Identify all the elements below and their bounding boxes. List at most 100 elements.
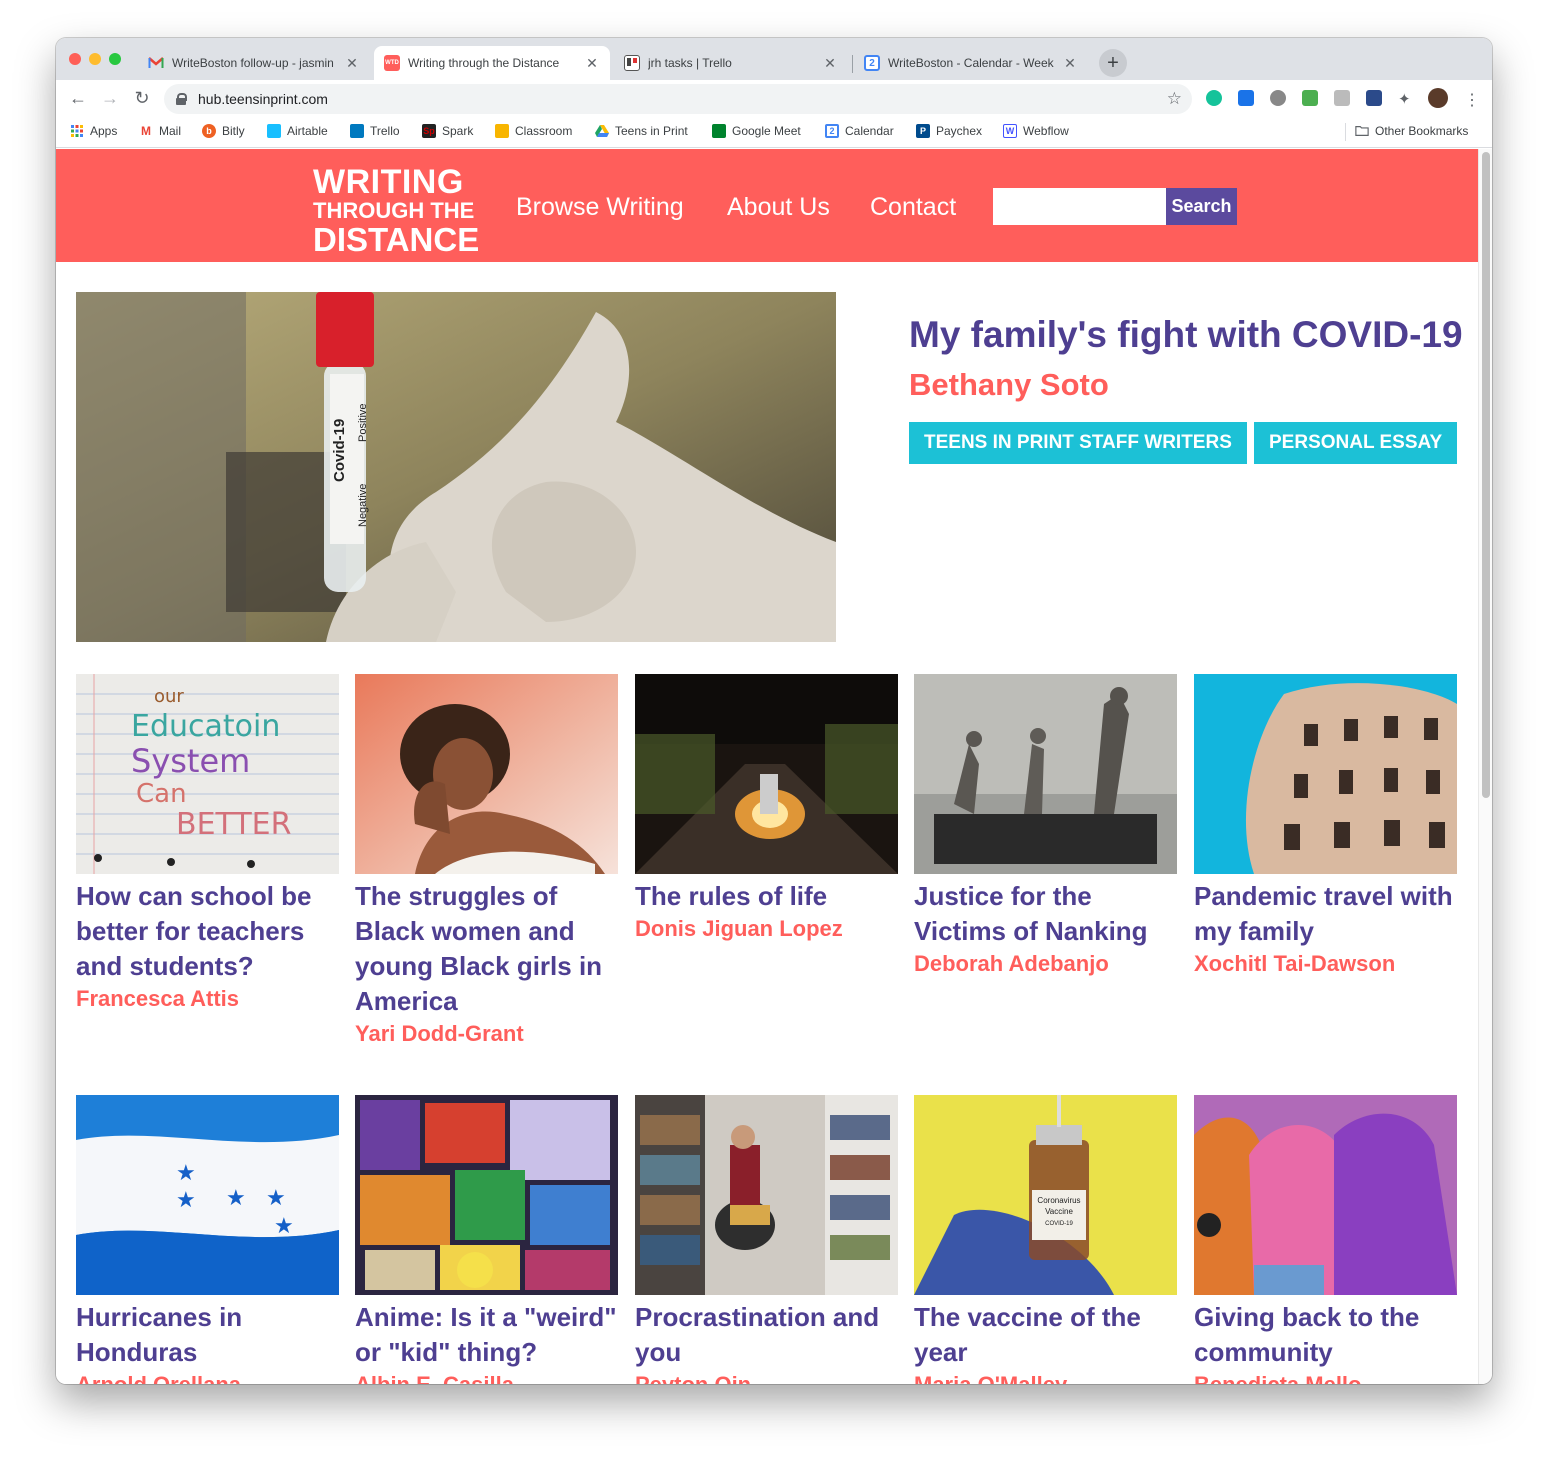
article-title[interactable]: Justice for the Victims of Nanking — [914, 879, 1177, 949]
article-image[interactable] — [355, 1095, 618, 1295]
paychex-icon: P — [916, 124, 930, 138]
article-title[interactable]: The rules of life — [635, 879, 898, 914]
article-title[interactable]: Anime: Is it a "weird" or "kid" thing? — [355, 1300, 618, 1370]
bookmark-spark[interactable]: Sp Spark — [422, 124, 473, 138]
bookmark-teens-in-print[interactable]: Teens in Print — [595, 124, 688, 138]
close-tab-icon[interactable]: ✕ — [1062, 55, 1078, 72]
article-author[interactable]: Francesca Attis — [76, 986, 339, 1012]
article-card[interactable]: ★★★★★ Hurricanes in Honduras Arnold Orel… — [76, 1095, 339, 1384]
bookmark-label: Airtable — [287, 124, 328, 138]
featured-title[interactable]: My family's fight with COVID-19 — [909, 314, 1463, 356]
article-author[interactable]: Donis Jiguan Lopez — [635, 916, 898, 942]
bookmark-trello[interactable]: Trello — [350, 124, 400, 138]
new-tab-button[interactable]: + — [1099, 49, 1127, 77]
article-image[interactable]: ★ ★ ★ ★ ★ — [76, 1095, 339, 1295]
article-title[interactable]: Hurricanes in Honduras — [76, 1300, 339, 1370]
article-card[interactable]: Coronavirus Vaccine COVID-19 The vaccine… — [914, 1095, 1177, 1384]
search-input[interactable] — [993, 188, 1166, 225]
bookmark-paychex[interactable]: P Paychex — [916, 124, 982, 138]
article-image[interactable] — [635, 674, 898, 874]
bookmark-bitly[interactable]: b Bitly — [202, 124, 245, 138]
bookmark-google-meet[interactable]: Google Meet — [712, 124, 801, 138]
svg-text:★: ★ — [274, 1214, 294, 1239]
calendar-icon: 2 — [864, 55, 880, 71]
featured-author[interactable]: Bethany Soto — [909, 367, 1109, 403]
article-author[interactable]: Deborah Adebanjo — [914, 951, 1177, 977]
article-card[interactable]: our Educatoin System Can BETTER How can … — [76, 674, 339, 1012]
bookmark-star-icon[interactable]: ☆ — [1167, 89, 1182, 109]
extension-icon[interactable] — [1366, 90, 1382, 106]
article-author[interactable]: Maria O'Malley — [914, 1372, 1177, 1384]
article-image[interactable]: Coronavirus Vaccine COVID-19 — [914, 1095, 1177, 1295]
avatar[interactable] — [1428, 88, 1448, 108]
tag-teens-in-print-staff-writers[interactable]: TEENS IN PRINT STAFF WRITERS — [909, 422, 1247, 464]
svg-text:★: ★ — [176, 1161, 196, 1186]
article-title[interactable]: How can school be better for teachers an… — [76, 879, 339, 984]
article-card[interactable]: The rules of life Donis Jiguan Lopez — [635, 674, 898, 942]
puzzle-extensions-icon[interactable]: ✦ — [1398, 90, 1414, 108]
article-author[interactable]: Benedicta Mello — [1194, 1372, 1457, 1384]
article-card[interactable]: Giving back to the community Benedicta M… — [1194, 1095, 1457, 1384]
back-arrow-icon[interactable]: ← — [66, 86, 90, 110]
extension-icon[interactable] — [1334, 90, 1350, 106]
bookmark-airtable[interactable]: Airtable — [267, 124, 328, 138]
tab-writing-through-the-distance[interactable]: WTD Writing through the Distance ✕ — [374, 46, 610, 80]
article-image[interactable] — [914, 674, 1177, 874]
scrollbar-thumb[interactable] — [1482, 152, 1490, 798]
forward-arrow-icon[interactable]: → — [98, 86, 122, 110]
tab-title: jrh tasks | Trello — [648, 56, 732, 70]
article-image[interactable] — [1194, 1095, 1457, 1295]
bookmark-classroom[interactable]: Classroom — [495, 124, 572, 138]
article-image[interactable] — [635, 1095, 898, 1295]
article-image[interactable] — [1194, 674, 1457, 874]
bookmark-webflow[interactable]: W Webflow — [1003, 124, 1069, 138]
article-title[interactable]: The struggles of Black women and young B… — [355, 879, 618, 1019]
maximize-window-button[interactable] — [109, 53, 121, 65]
article-title[interactable]: The vaccine of the year — [914, 1300, 1177, 1370]
article-image[interactable] — [355, 674, 618, 874]
tab-trello[interactable]: jrh tasks | Trello ✕ — [614, 46, 848, 80]
gmail-icon — [148, 55, 164, 71]
close-tab-icon[interactable]: ✕ — [584, 55, 600, 72]
nav-about-us[interactable]: About Us — [727, 193, 830, 222]
address-bar[interactable]: hub.teensinprint.com ☆ — [164, 84, 1192, 114]
grammarly-icon[interactable] — [1206, 90, 1222, 106]
bookmark-calendar[interactable]: 2 Calendar — [825, 124, 894, 138]
page-scrollbar[interactable] — [1478, 149, 1492, 1384]
menu-dots-icon[interactable]: ⋮ — [1464, 90, 1480, 109]
article-card[interactable]: Anime: Is it a "weird" or "kid" thing? A… — [355, 1095, 618, 1384]
search-button[interactable]: Search — [1166, 188, 1237, 225]
close-tab-icon[interactable]: ✕ — [344, 55, 360, 72]
article-title[interactable]: Giving back to the community — [1194, 1300, 1457, 1370]
bookmark-mail[interactable]: M Mail — [139, 124, 181, 138]
tab-calendar[interactable]: 2 WriteBoston - Calendar - Week ✕ — [854, 46, 1088, 80]
article-card[interactable]: Procrastination and you Peyton Qin — [635, 1095, 898, 1384]
article-card[interactable]: Pandemic travel with my family Xochitl T… — [1194, 674, 1457, 977]
web-page: WRITING THROUGH THE DISTANCE Browse Writ… — [56, 149, 1478, 1384]
site-logo[interactable]: WRITING THROUGH THE DISTANCE — [313, 165, 479, 256]
article-author[interactable]: Albin E. Casilla — [355, 1372, 618, 1384]
extension-icon[interactable] — [1270, 90, 1286, 106]
close-tab-icon[interactable]: ✕ — [822, 55, 838, 72]
featured-image[interactable]: Covid-19 Positive Negative — [76, 292, 836, 642]
article-title[interactable]: Procrastination and you — [635, 1300, 898, 1370]
article-card[interactable]: The struggles of Black women and young B… — [355, 674, 618, 1047]
tab-writeboston-followup[interactable]: WriteBoston follow-up - jasmin ✕ — [138, 46, 370, 80]
article-author[interactable]: Arnold Orellana — [76, 1372, 339, 1384]
nav-contact[interactable]: Contact — [870, 193, 956, 222]
article-image[interactable]: our Educatoin System Can BETTER — [76, 674, 339, 874]
article-author[interactable]: Xochitl Tai-Dawson — [1194, 951, 1457, 977]
article-author[interactable]: Peyton Qin — [635, 1372, 898, 1384]
tag-personal-essay[interactable]: PERSONAL ESSAY — [1254, 422, 1458, 464]
nav-browse-writing[interactable]: Browse Writing — [516, 193, 684, 222]
reload-icon[interactable]: ↻ — [130, 86, 154, 110]
minimize-window-button[interactable] — [89, 53, 101, 65]
article-card[interactable]: Justice for the Victims of Nanking Debor… — [914, 674, 1177, 977]
article-author[interactable]: Yari Dodd-Grant — [355, 1021, 618, 1047]
extension-icon[interactable] — [1238, 90, 1254, 106]
close-window-button[interactable] — [69, 53, 81, 65]
other-bookmarks[interactable]: Other Bookmarks — [1355, 124, 1468, 138]
article-title[interactable]: Pandemic travel with my family — [1194, 879, 1457, 949]
print-friendly-icon[interactable] — [1302, 90, 1318, 106]
bookmark-apps[interactable]: Apps — [70, 124, 117, 138]
